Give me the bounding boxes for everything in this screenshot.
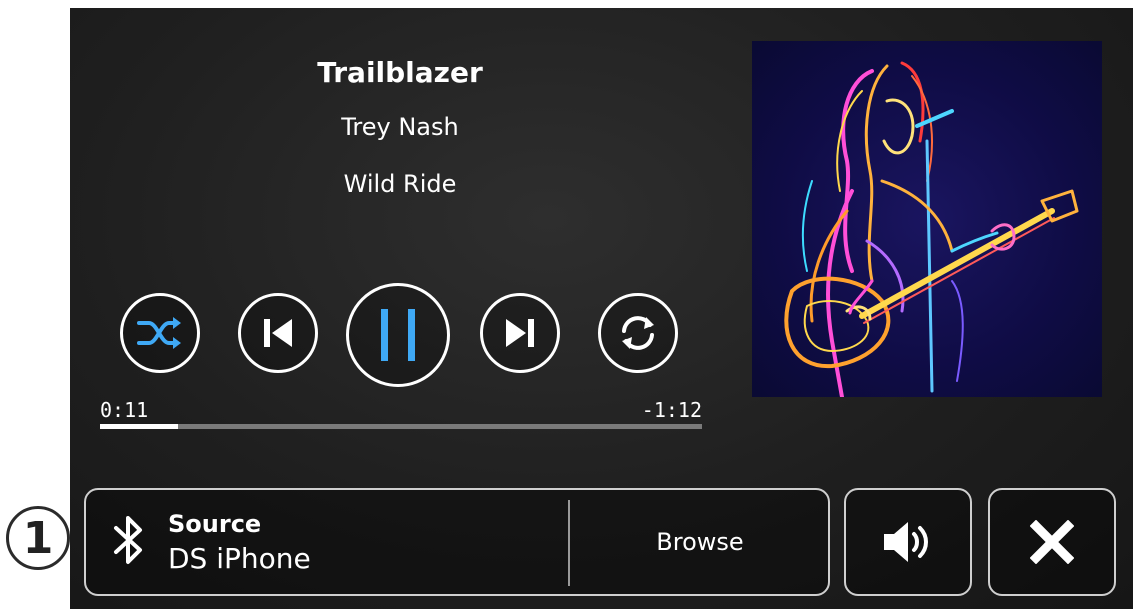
next-track-button[interactable]: [480, 293, 560, 373]
bluetooth-icon: [114, 516, 142, 564]
shuffle-button[interactable]: [120, 293, 200, 373]
divider: [568, 500, 570, 586]
close-button[interactable]: [988, 488, 1116, 596]
speaker-volume-icon: [884, 522, 928, 562]
album-art: [752, 41, 1102, 397]
pause-icon: [381, 309, 415, 361]
track-title: Trailblazer: [317, 56, 483, 89]
shuffle-icon: [137, 317, 181, 349]
remaining-time: -1:12: [641, 398, 702, 422]
source-label: Source: [168, 510, 262, 538]
browse-button[interactable]: Browse: [572, 490, 828, 594]
play-pause-button[interactable]: [346, 283, 450, 387]
source-browse-bar: Source DS iPhone Browse: [84, 488, 830, 596]
source-device: DS iPhone: [168, 542, 311, 575]
callout-marker: 1: [6, 506, 70, 570]
progress-bar[interactable]: [100, 424, 702, 429]
volume-button[interactable]: [844, 488, 972, 596]
source-button[interactable]: Source DS iPhone: [86, 490, 568, 594]
track-album: Wild Ride: [343, 170, 457, 198]
repeat-button[interactable]: [598, 293, 678, 373]
skip-next-icon: [506, 319, 534, 347]
elapsed-time: 0:11: [100, 398, 149, 422]
media-player-screen: Trailblazer Trey Nash Wild Ride 0:11 -1:…: [70, 8, 1133, 609]
progress-fill: [100, 424, 179, 429]
previous-track-button[interactable]: [238, 293, 318, 373]
close-icon: [1030, 520, 1074, 564]
skip-previous-icon: [264, 319, 292, 347]
track-artist: Trey Nash: [341, 113, 459, 141]
album-art-guitarist-illustration: [784, 61, 1079, 397]
repeat-icon: [622, 316, 654, 350]
